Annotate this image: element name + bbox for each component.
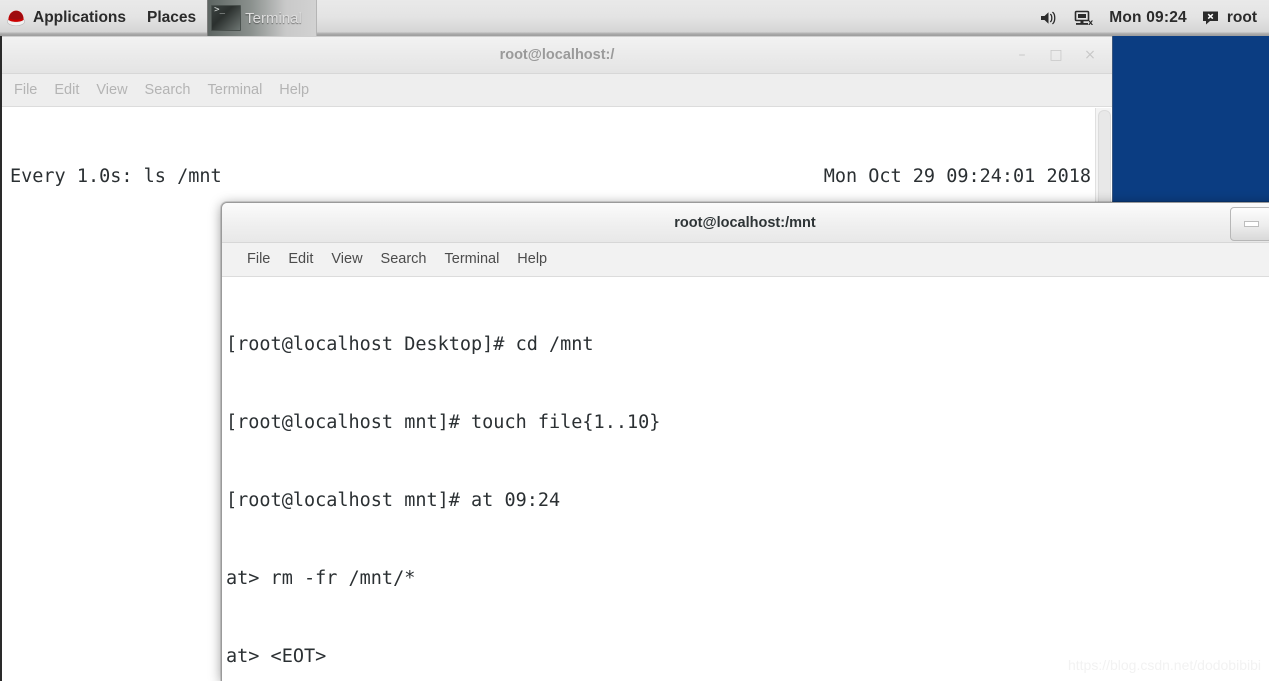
minimize-icon[interactable]: – (1014, 47, 1030, 63)
applications-label: Applications (33, 9, 127, 26)
terminal-line: [root@localhost mnt]# at 09:24 (226, 490, 561, 511)
menubar-at[interactable]: File Edit View Search Terminal Help (222, 243, 1269, 277)
menubar-watch[interactable]: File Edit View Search Terminal Help (2, 74, 1112, 107)
watch-timestamp: Mon Oct 29 09:24:01 2018 (823, 166, 1091, 187)
watermark-text: https://blog.csdn.net/dodobibibi (1067, 657, 1261, 673)
menu-terminal[interactable]: Terminal (445, 252, 500, 267)
terminal-output-at[interactable]: [root@localhost Desktop]# cd /mnt [root@… (222, 277, 1269, 681)
places-menu[interactable]: Places (136, 0, 207, 36)
window-title-watch: root@localhost:/ (499, 47, 615, 63)
window-at-terminal[interactable]: root@localhost:/mnt File Edit View Searc… (221, 202, 1269, 681)
terminal-line: [root@localhost Desktop]# cd /mnt (226, 334, 594, 355)
titlebar-at[interactable]: root@localhost:/mnt (222, 203, 1269, 243)
titlebar-watch[interactable]: root@localhost:/ – □ × (2, 36, 1112, 74)
places-label: Places (147, 9, 197, 26)
menu-help[interactable]: Help (517, 252, 547, 267)
minimize-icon (1243, 221, 1259, 227)
watch-command: Every 1.0s: ls /mnt (10, 166, 222, 187)
svg-text:x: x (1088, 18, 1094, 27)
close-icon[interactable]: × (1082, 47, 1098, 63)
panel-clock[interactable]: Mon 09:24 (1109, 9, 1187, 27)
network-disconnected-icon[interactable]: x (1073, 9, 1095, 27)
user-session-menu[interactable]: root (1201, 9, 1257, 27)
panel-spacer (317, 0, 1039, 36)
speaker-volume-icon[interactable] (1039, 9, 1059, 27)
terminal-line: at> rm -fr /mnt/* (226, 568, 416, 589)
taskbar-item-label: Terminal (245, 9, 302, 27)
screen: root@localhost:/ – □ × File Edit View Se… (0, 0, 1269, 681)
menu-help[interactable]: Help (279, 83, 309, 98)
terminal-line: [root@localhost mnt]# touch file{1..10} (226, 412, 661, 433)
menu-file[interactable]: File (247, 252, 270, 267)
minimize-button[interactable] (1230, 207, 1269, 241)
applications-menu[interactable]: Applications (0, 0, 136, 36)
window-buttons-watch: – □ × (1014, 37, 1106, 73)
maximize-icon[interactable]: □ (1048, 47, 1064, 63)
redhat-logo-icon (6, 9, 26, 27)
user-label: root (1226, 9, 1257, 26)
window-title-at: root@localhost:/mnt (674, 214, 816, 231)
taskbar-item-terminal[interactable]: Terminal (207, 0, 318, 36)
menu-file[interactable]: File (14, 83, 37, 98)
menu-search[interactable]: Search (381, 252, 427, 267)
user-session-icon (1201, 9, 1221, 27)
panel-left-group: Applications Places Terminal (0, 0, 318, 36)
top-panel: Applications Places Terminal (0, 0, 1269, 36)
menu-edit[interactable]: Edit (54, 83, 79, 98)
menu-terminal[interactable]: Terminal (208, 83, 263, 98)
menu-view[interactable]: View (331, 252, 362, 267)
terminal-icon (211, 5, 242, 31)
panel-tray: x Mon 09:24 root (1039, 0, 1269, 36)
menu-search[interactable]: Search (145, 83, 191, 98)
watch-header-line: Every 1.0s: ls /mnt Mon Oct 29 09:24:01 … (6, 164, 1091, 190)
menu-edit[interactable]: Edit (288, 252, 313, 267)
menu-view[interactable]: View (96, 83, 127, 98)
